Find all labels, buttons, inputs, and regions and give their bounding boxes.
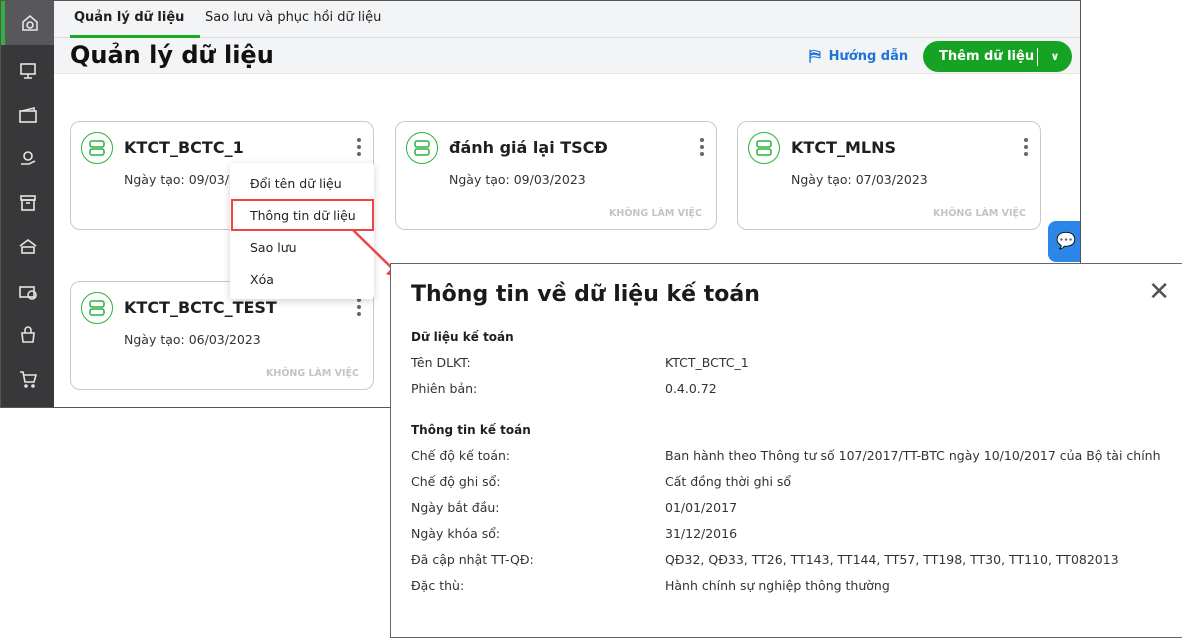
field-value: QĐ32, QĐ33, TT26, TT143, TT144, TT57, TT… — [665, 552, 1119, 567]
guide-link[interactable]: ⛿ Hướng dẫn — [809, 46, 908, 66]
page-header: Quản lý dữ liệu ⛿ Hướng dẫn Thêm dữ liệu ∨ — [54, 38, 1080, 74]
status-badge: KHÔNG LÀM VIỆC — [266, 368, 359, 379]
hand-money-icon — [20, 151, 35, 165]
field-value: Cất đồng thời ghi sổ — [665, 474, 792, 489]
data-card[interactable]: KTCT_MLNS Ngày tạo: 07/03/2023 KHÔNG LÀM… — [737, 121, 1041, 230]
menu-item-backup[interactable]: Sao lưu — [250, 240, 297, 255]
chevron-down-icon[interactable]: ∨ — [1038, 50, 1072, 63]
signpost-icon: ⛿ — [809, 46, 821, 65]
bag-icon — [20, 326, 35, 343]
chat-button[interactable]: 💬 — [1048, 221, 1080, 262]
add-data-button[interactable]: Thêm dữ liệu ∨ — [923, 41, 1072, 72]
field-label: Chế độ ghi sổ: — [411, 474, 501, 489]
sidebar — [1, 1, 54, 407]
menu-item-delete[interactable]: Xóa — [250, 272, 274, 287]
field-value: 31/12/2016 — [665, 526, 738, 541]
briefcase-money-icon — [18, 286, 37, 300]
sidebar-item-monitor[interactable] — [1, 49, 54, 93]
sidebar-item-wallet[interactable] — [1, 93, 54, 137]
section-heading: Thông tin kế toán — [411, 423, 531, 437]
more-options-icon[interactable] — [698, 138, 706, 156]
dialog-title: Thông tin về dữ liệu kế toán — [411, 282, 760, 307]
close-icon[interactable]: ✕ — [1148, 279, 1170, 305]
sidebar-item-sales[interactable] — [1, 357, 54, 401]
cart-icon — [19, 371, 37, 388]
field-label: Đặc thù: — [411, 578, 465, 593]
sidebar-item-purchase[interactable] — [1, 313, 54, 357]
database-icon — [81, 292, 113, 324]
menu-item-rename[interactable]: Đổi tên dữ liệu — [250, 176, 342, 191]
sidebar-item-assets[interactable] — [1, 225, 54, 269]
more-options-icon[interactable] — [355, 138, 363, 156]
field-value: 01/01/2017 — [665, 500, 738, 515]
field-label: Tên DLKT: — [411, 355, 471, 370]
field-label: Ngày khóa sổ: — [411, 526, 501, 541]
field-label: Chế độ kế toán: — [411, 448, 511, 463]
field-label: Đã cập nhật TT-QĐ: — [411, 552, 534, 567]
more-options-icon[interactable] — [355, 298, 363, 316]
status-badge: KHÔNG LÀM VIỆC — [609, 208, 702, 219]
database-icon — [406, 132, 438, 164]
field-value: Ban hành theo Thông tư số 107/2017/TT-BT… — [665, 448, 1161, 463]
status-badge: KHÔNG LÀM VIỆC — [933, 208, 1026, 219]
more-options-icon[interactable] — [1022, 138, 1030, 156]
car-icon — [19, 239, 36, 254]
database-icon — [748, 132, 780, 164]
tab-backup-restore[interactable]: Sao lưu và phục hồi dữ liệu — [201, 1, 385, 38]
data-info-dialog: Thông tin về dữ liệu kế toán ✕ Dữ liệu k… — [390, 263, 1182, 638]
field-label: Ngày bắt đầu: — [411, 500, 500, 515]
field-value: 0.4.0.72 — [665, 381, 717, 396]
sidebar-item-home[interactable] — [1, 1, 54, 45]
field-value: KTCT_BCTC_1 — [665, 355, 749, 370]
monitor-money-icon — [19, 63, 36, 79]
sidebar-item-revenue[interactable] — [1, 137, 54, 181]
field-label: Phiên bản: — [411, 381, 478, 396]
wallet-icon — [18, 106, 37, 123]
sidebar-item-inventory[interactable] — [1, 181, 54, 225]
tab-data-management[interactable]: Quản lý dữ liệu — [70, 1, 201, 38]
data-card[interactable]: đánh giá lại TSCĐ Ngày tạo: 09/03/2023 K… — [395, 121, 717, 230]
tab-bar: Quản lý dữ liệu Sao lưu và phục hồi dữ l… — [54, 1, 1080, 38]
box-icon — [19, 195, 36, 211]
section-heading: Dữ liệu kế toán — [411, 330, 514, 344]
database-icon — [81, 132, 113, 164]
field-value: Hành chính sự nghiệp thông thường — [665, 578, 890, 593]
sidebar-item-budget[interactable] — [1, 269, 54, 313]
chat-icon: 💬 — [1056, 231, 1076, 250]
home-icon — [21, 14, 38, 31]
highlight-box — [231, 199, 374, 231]
page-title: Quản lý dữ liệu — [70, 41, 274, 69]
